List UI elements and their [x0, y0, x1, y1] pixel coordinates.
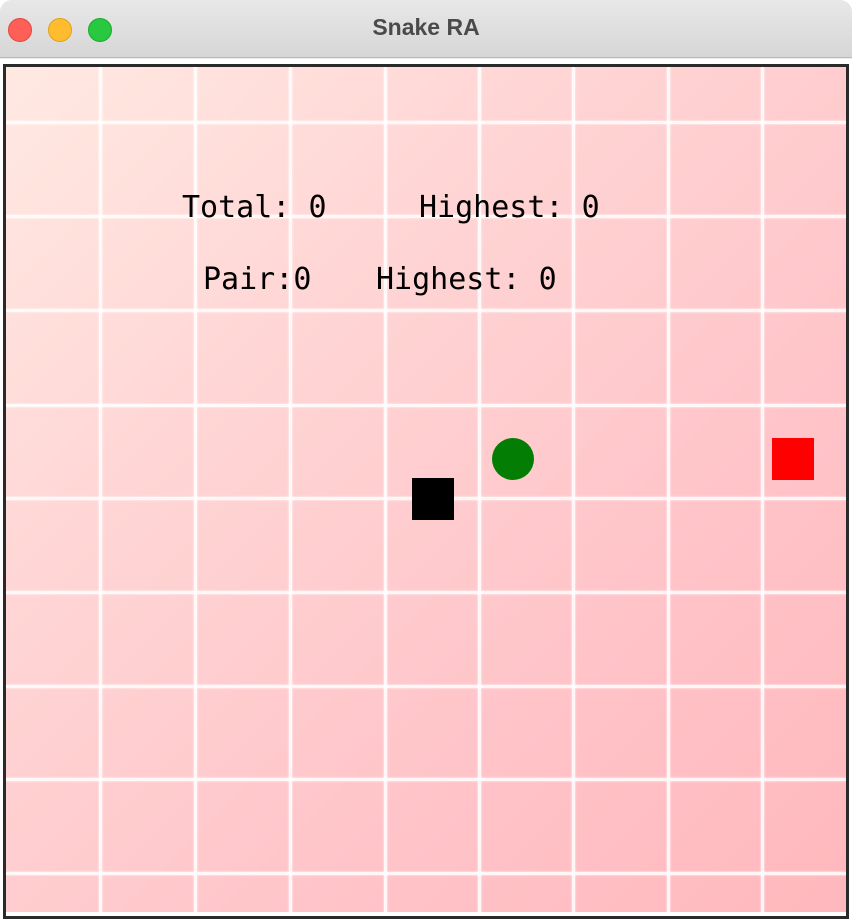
game-content: Total: 0 Highest: 0 Pair:0 Highest: 0: [0, 59, 852, 922]
grid-line-horizontal: [6, 685, 846, 688]
grid-line-horizontal: [6, 872, 846, 875]
food-piece: [772, 438, 814, 480]
total-score-label: Total:: [182, 190, 291, 225]
grid-line-vertical: [761, 67, 764, 912]
total-score-row: Total: 0: [182, 190, 327, 225]
total-highest-row: Highest: 0: [419, 190, 600, 225]
snake-head: [412, 478, 454, 520]
total-highest-label: Highest:: [419, 190, 564, 225]
grid-line-horizontal: [6, 778, 846, 781]
app-window: Snake RA Total: 0 Highest: 0 Pair:0 High…: [0, 0, 852, 922]
pair-score-label: Pair:: [203, 262, 294, 297]
game-board[interactable]: Total: 0 Highest: 0 Pair:0 Highest: 0: [6, 67, 846, 912]
grid-line-horizontal: [6, 404, 846, 407]
grid-line-horizontal: [6, 121, 846, 124]
total-score-value: 0: [308, 190, 327, 225]
title-bar[interactable]: Snake RA: [0, 0, 852, 58]
pair-highest-row: Highest: 0: [376, 262, 557, 297]
grid-line-vertical: [667, 67, 670, 912]
pair-highest-label: Highest:: [376, 262, 521, 297]
pair-highest-value: 0: [538, 262, 557, 297]
partner-piece: [492, 438, 534, 480]
grid-line-vertical: [99, 67, 102, 912]
grid-line-horizontal: [6, 591, 846, 594]
grid-line-vertical: [384, 67, 387, 912]
window-title: Snake RA: [372, 14, 480, 40]
total-highest-value: 0: [581, 190, 600, 225]
pair-score-row: Pair:0: [203, 262, 311, 297]
grid-line-horizontal: [6, 309, 846, 312]
pair-score-value: 0: [293, 262, 312, 297]
